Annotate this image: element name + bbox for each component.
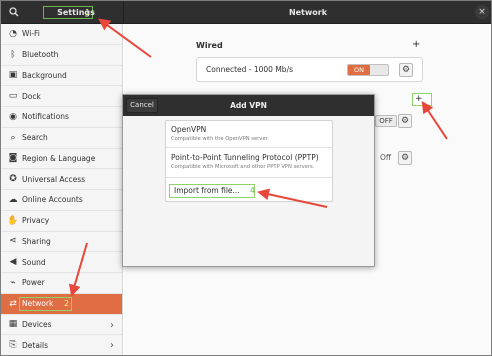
option-description: Compatible with Microsoft and other PPTP…: [171, 164, 315, 170]
vpn-type-list: OpenVPN Compatible with the OpenVPN serv…: [165, 120, 333, 202]
settings-title: Settings: [57, 8, 95, 17]
cancel-button[interactable]: Cancel: [126, 98, 158, 113]
vpn-option-openvpn[interactable]: OpenVPN Compatible with the OpenVPN serv…: [166, 121, 332, 148]
header-separator: [123, 1, 124, 24]
settings-step-number: 1: [85, 8, 91, 17]
window: Settings 1 Network × ◔ Wi-Fi ᛒ Bluetooth…: [0, 0, 492, 356]
option-description: Compatible with the OpenVPN server.: [171, 136, 269, 142]
vpn-option-pptp[interactable]: Point-to-Point Tunneling Protocol (PPTP)…: [166, 148, 332, 178]
page-title: Network: [288, 8, 328, 17]
import-step-number: 4: [250, 186, 255, 195]
import-from-file-button[interactable]: Import from file...: [174, 184, 240, 198]
close-icon[interactable]: ×: [475, 5, 489, 19]
option-title: OpenVPN: [171, 125, 207, 134]
dialog-header: Cancel Add VPN: [123, 95, 374, 116]
dialog-title: Add VPN: [230, 101, 267, 110]
add-vpn-dialog: Cancel Add VPN OpenVPN Compatible with t…: [122, 94, 375, 267]
option-title: Point-to-Point Tunneling Protocol (PPTP): [171, 153, 319, 162]
header-bar: Settings 1 Network ×: [1, 1, 491, 24]
